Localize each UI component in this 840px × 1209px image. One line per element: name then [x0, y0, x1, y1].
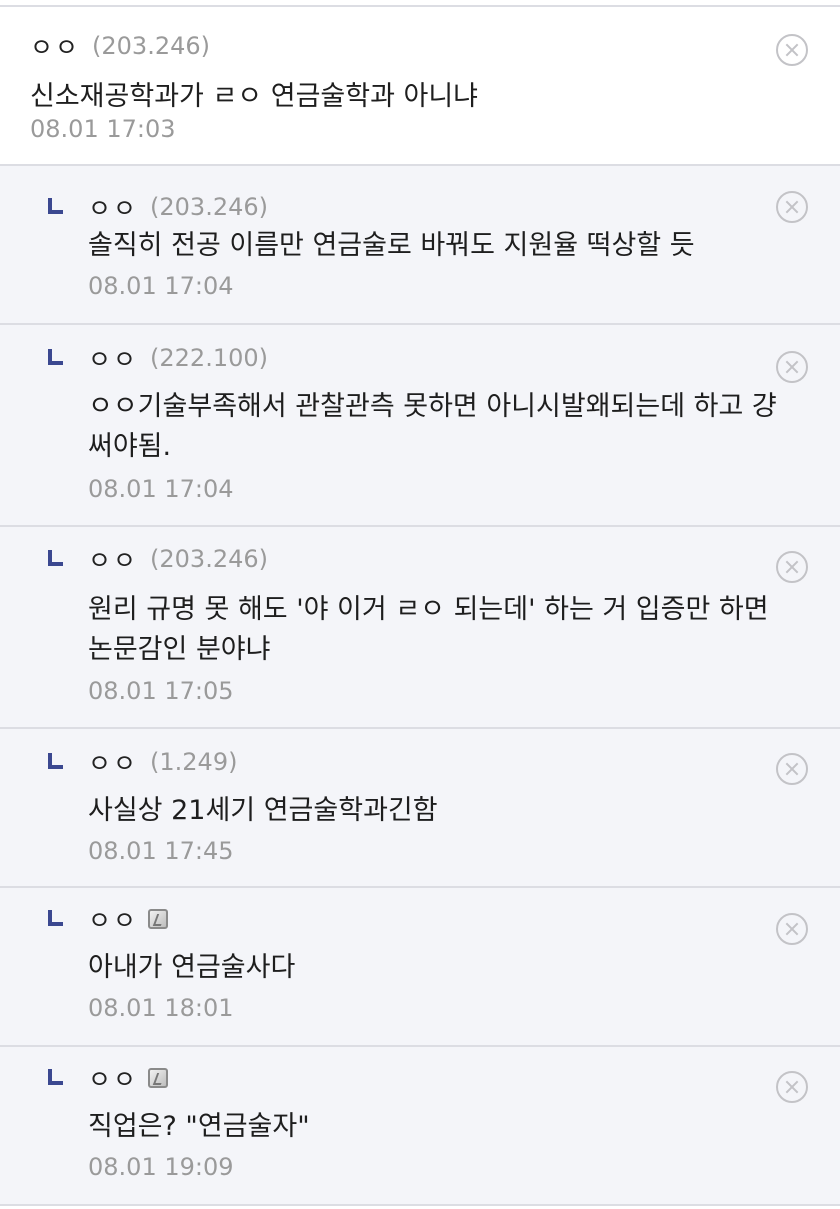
- comment-header: ㅇㅇ (1.249): [46, 745, 237, 779]
- reply-item: ㅇㅇ (222.100) ㅇㅇ기술부족해서 관찰관측 못하면 아니시발왜되는데 …: [0, 325, 840, 527]
- reply-arrow-icon: [46, 910, 64, 928]
- delete-icon[interactable]: [776, 1071, 808, 1103]
- delete-icon[interactable]: [776, 551, 808, 583]
- delete-icon[interactable]: [776, 913, 808, 945]
- comment-nickname[interactable]: ㅇㅇ: [88, 744, 138, 780]
- comment-ip: (203.246): [150, 545, 268, 573]
- comment-text: 신소재공학과가 ㄹㅇ 연금술학과 아니냐: [30, 81, 479, 112]
- comment-item: ㅇㅇ (203.246) 신소재공학과가 ㄹㅇ 연금술학과 아니냐 08.01 …: [0, 5, 840, 166]
- comment-date: 08.01 17:45: [88, 837, 234, 865]
- comment-header: ㅇㅇ (203.246): [46, 542, 268, 576]
- comment-text: 직업은? "연금술자": [88, 1111, 310, 1142]
- comment-list: ㅇㅇ (203.246) 신소재공학과가 ㄹㅇ 연금술학과 아니냐 08.01 …: [0, 0, 840, 1209]
- delete-icon[interactable]: [776, 753, 808, 785]
- comment-ip: (1.249): [150, 748, 238, 776]
- reply-item: ㅇㅇ 직업은? "연금술자" 08.01 19:09: [0, 1047, 840, 1206]
- reply-arrow-icon: [46, 753, 64, 771]
- delete-icon[interactable]: [776, 351, 808, 383]
- comment-header: ㅇㅇ: [46, 901, 169, 937]
- comment-text: 사실상 21세기 연금술학과긴함: [88, 795, 438, 826]
- comment-header: ㅇㅇ: [46, 1060, 169, 1096]
- comment-nickname[interactable]: ㅇㅇ: [88, 1060, 138, 1096]
- comment-ip: (222.100): [150, 344, 268, 372]
- comment-ip: (203.246): [92, 32, 210, 60]
- reply-item: ㅇㅇ 아내가 연금술사다 08.01 18:01: [0, 888, 840, 1047]
- comment-nickname[interactable]: ㅇㅇ: [88, 541, 138, 577]
- comment-nickname[interactable]: ㅇㅇ: [30, 28, 80, 64]
- comment-header: ㅇㅇ (203.246): [46, 190, 268, 224]
- delete-icon[interactable]: [776, 34, 808, 66]
- comment-nickname[interactable]: ㅇㅇ: [88, 189, 138, 225]
- comment-text: 원리 규명 못 해도 '야 이거 ㄹㅇ 되는데' 하는 거 입증만 하면 논문감…: [88, 594, 769, 665]
- reply-item: ㅇㅇ (1.249) 사실상 21세기 연금술학과긴함 08.01 17:45: [0, 729, 840, 888]
- reply-arrow-icon: [46, 349, 64, 367]
- comment-date: 08.01 17:03: [30, 115, 176, 143]
- comment-nickname[interactable]: ㅇㅇ: [88, 901, 138, 937]
- comment-header: ㅇㅇ (222.100): [46, 341, 268, 375]
- fixed-nick-icon: [148, 909, 169, 929]
- comment-date: 08.01 18:01: [88, 994, 234, 1022]
- reply-arrow-icon: [46, 1069, 64, 1087]
- comment-header: ㅇㅇ (203.246): [30, 29, 210, 63]
- comment-date: 08.01 17:05: [88, 677, 234, 705]
- comment-ip: (203.246): [150, 193, 268, 221]
- fixed-nick-icon: [148, 1068, 169, 1088]
- reply-arrow-icon: [46, 550, 64, 568]
- comment-text: 아내가 연금술사다: [88, 952, 296, 983]
- comment-date: 08.01 17:04: [88, 475, 234, 503]
- reply-arrow-icon: [46, 198, 64, 216]
- comment-date: 08.01 19:09: [88, 1153, 234, 1181]
- comment-text: ㅇㅇ기술부족해서 관찰관측 못하면 아니시발왜되는데 하고 걍 써야됨.: [88, 391, 777, 462]
- reply-item: ㅇㅇ (203.246) 원리 규명 못 해도 '야 이거 ㄹㅇ 되는데' 하는…: [0, 527, 840, 729]
- reply-item: ㅇㅇ (203.246) 솔직히 전공 이름만 연금술로 바꿔도 지원율 떡상할…: [0, 166, 840, 325]
- comment-nickname[interactable]: ㅇㅇ: [88, 340, 138, 376]
- comment-text: 솔직히 전공 이름만 연금술로 바꿔도 지원율 떡상할 듯: [88, 230, 695, 261]
- delete-icon[interactable]: [776, 191, 808, 223]
- comment-date: 08.01 17:04: [88, 272, 234, 300]
